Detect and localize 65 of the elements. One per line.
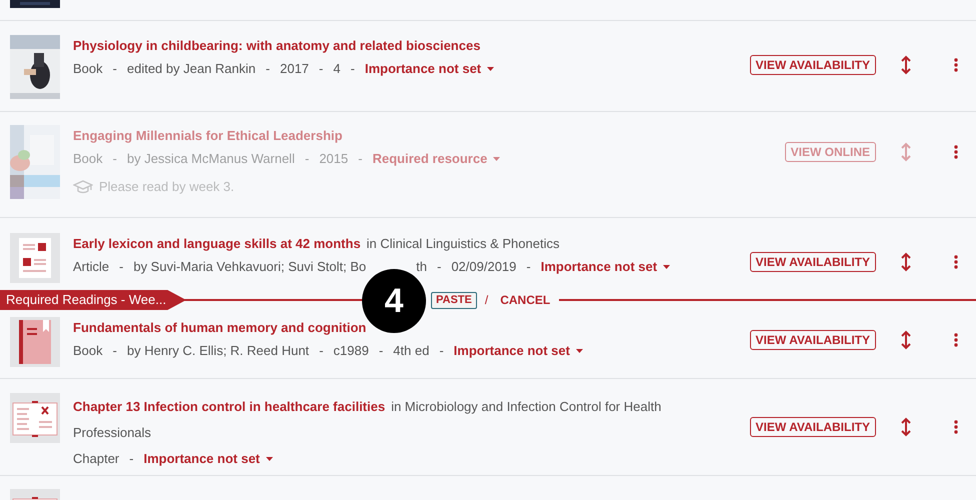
meta-text: Book	[73, 150, 103, 168]
meta-text: Book	[73, 342, 103, 360]
meta-separator: -	[358, 150, 362, 168]
meta-separator: -	[119, 258, 124, 276]
section-tag: Required Readings - Wee...	[0, 290, 186, 310]
caret-icon	[266, 457, 273, 461]
reorder-icon[interactable]	[900, 417, 912, 437]
meta-separator: -	[378, 342, 384, 360]
separator: /	[484, 292, 488, 309]
article-icon	[10, 233, 60, 283]
more-options-icon[interactable]	[954, 333, 958, 347]
meta-separator: -	[112, 60, 117, 78]
item-title-link[interactable]: Early lexicon and language skills at 42 months	[73, 236, 361, 251]
item-title-link[interactable]: Physiology in childbearing: with anatomy and related biosciences	[73, 38, 480, 53]
caret-icon	[493, 157, 500, 161]
more-options-icon[interactable]	[954, 420, 958, 434]
meta-separator: -	[319, 342, 324, 360]
importance-dropdown[interactable]: Importance not set	[540, 257, 670, 277]
meta-text: 02/09/2019	[451, 258, 516, 276]
meta-text: 2015	[319, 150, 348, 168]
importance-dropdown[interactable]: Importance not set	[454, 341, 583, 361]
meta-text: 4th ed	[393, 342, 430, 360]
more-options-icon[interactable]	[954, 58, 958, 72]
meta-separator: -	[304, 150, 310, 168]
meta-text: by Henry C. Ellis; R. Reed Hunt	[126, 342, 310, 360]
view-button[interactable]: VIEW AVAILABILITY	[750, 417, 876, 437]
caret-icon	[663, 265, 670, 269]
importance-dropdown[interactable]: Importance not set	[144, 449, 273, 469]
meta-separator: -	[266, 60, 270, 78]
chapter-icon	[10, 393, 60, 443]
reorder-icon[interactable]	[900, 252, 912, 272]
reorder-icon[interactable]	[900, 55, 912, 75]
graduation-cap-icon	[73, 180, 93, 194]
view-button[interactable]: VIEW AVAILABILITY	[750, 252, 876, 272]
cancel-button[interactable]: CANCEL	[496, 291, 554, 309]
more-options-icon[interactable]	[954, 145, 958, 159]
meta-text: Chapter	[73, 450, 120, 468]
item-title-link[interactable]: Chapter 13 Infection control in healthcare facilities	[73, 399, 386, 414]
meta-text: Book	[73, 60, 103, 78]
meta-text: 2017	[280, 60, 309, 78]
view-button[interactable]: VIEW AVAILABILITY	[750, 330, 876, 350]
view-button[interactable]: VIEW AVAILABILITY	[750, 55, 876, 75]
meta-text: Article	[73, 258, 110, 276]
reorder-icon[interactable]	[900, 330, 912, 350]
meta-text: c1989	[333, 342, 369, 360]
meta-text: 4	[333, 60, 340, 78]
book-icon	[10, 317, 60, 367]
reading-note: Please read by week 3.	[99, 178, 234, 196]
meta-separator: -	[129, 450, 134, 468]
citation-line: Chapter 13 Infection control in healthcare facilities in Microbiology and Infection Control for Health Professionals	[73, 398, 662, 442]
meta-separator: -	[112, 342, 117, 360]
caret-icon	[576, 349, 583, 353]
meta-separator: -	[436, 258, 442, 276]
citation-line: Early lexicon and language skills at 42 months in Clinical Linguistics & Phonetics	[73, 235, 560, 253]
more-options-icon[interactable]	[954, 255, 958, 269]
meta-separator: -	[526, 258, 531, 276]
meta-separator: -	[318, 60, 324, 78]
caret-icon	[487, 67, 494, 71]
meta-text: edited by Jean Rankin	[126, 60, 256, 78]
meta-separator: -	[350, 60, 355, 78]
meta-text: by Jessica McManus Warnell	[126, 150, 295, 168]
importance-dropdown[interactable]: Importance not set	[364, 59, 494, 79]
paste-button[interactable]: PASTE	[431, 292, 477, 308]
meta-separator: -	[112, 150, 117, 168]
meta-separator: -	[439, 342, 444, 360]
